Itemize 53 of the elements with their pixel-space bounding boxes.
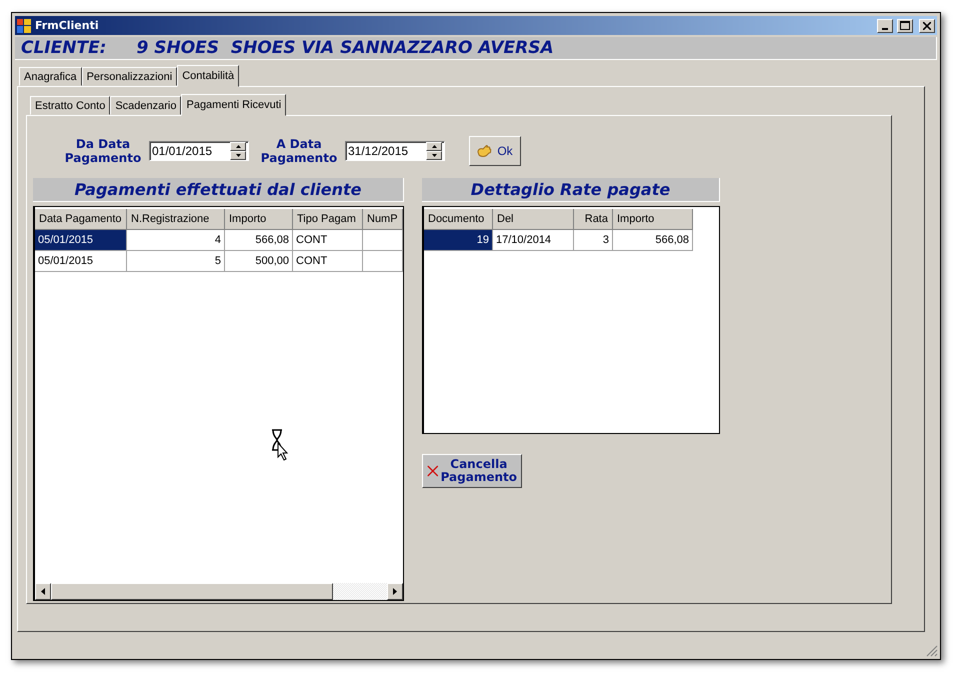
tab[interactable]: Personalizzazioni <box>82 67 178 86</box>
column-header[interactable]: Importo <box>613 209 693 230</box>
table-cell[interactable]: 4 <box>127 230 225 251</box>
column-header[interactable]: NumP <box>363 209 403 230</box>
column-header[interactable]: Documento <box>424 209 493 230</box>
table-cell[interactable]: 05/01/2015 <box>35 251 127 272</box>
column-header[interactable]: Del <box>493 209 574 230</box>
customer-label: CLIENTE: <box>21 38 106 58</box>
resize-grip-icon[interactable] <box>926 645 938 657</box>
date-label: Da Data Pagamento <box>64 137 142 165</box>
table-cell[interactable]: CONT <box>293 251 363 272</box>
tab[interactable]: Estratto Conto <box>30 96 110 115</box>
date-label: A Data Pagamento <box>260 137 338 165</box>
date-picker[interactable]: 01/01/2015 <box>149 141 249 161</box>
table-cell[interactable]: 5 <box>127 251 225 272</box>
table-cell[interactable]: 500,00 <box>225 251 293 272</box>
column-header[interactable]: Rata <box>574 209 613 230</box>
date-field[interactable]: 31/12/2015 <box>346 142 426 160</box>
minimize-button[interactable] <box>877 18 893 32</box>
section-title: Pagamenti effettuati dal cliente <box>33 178 404 202</box>
column-header[interactable]: Data Pagamento <box>35 209 127 230</box>
table-cell[interactable]: CONT <box>293 230 363 251</box>
close-icon <box>923 22 931 30</box>
table-cell[interactable]: 566,08 <box>225 230 293 251</box>
column-header[interactable]: Tipo Pagam <box>293 209 363 230</box>
maximize-icon <box>900 21 910 30</box>
app-icon <box>17 18 31 32</box>
customer-name: 9 SHOES SHOES VIA SANNAZZARO AVERSA <box>136 38 554 58</box>
date-picker[interactable]: 31/12/2015 <box>345 141 445 161</box>
close-button[interactable] <box>919 18 935 32</box>
minimize-icon <box>882 28 888 30</box>
table-cell[interactable] <box>363 230 403 251</box>
table-cell[interactable]: 05/01/2015 <box>35 230 127 251</box>
table-cell[interactable]: 3 <box>574 230 613 251</box>
tab[interactable]: Scadenzario <box>110 96 182 115</box>
cancel-payment-button[interactable]: Cancella Pagamento <box>422 454 522 488</box>
hourglass-cursor-icon <box>270 429 290 461</box>
table-cell[interactable] <box>363 251 403 272</box>
section-title: Dettaglio Rate pagate <box>422 178 720 202</box>
scroll-thumb[interactable] <box>51 583 333 600</box>
tab[interactable]: Anagrafica <box>19 67 82 86</box>
maximize-button[interactable] <box>897 18 913 32</box>
column-header[interactable]: Importo <box>225 209 293 230</box>
tab[interactable]: Contabilità <box>177 65 240 87</box>
tab[interactable]: Pagamenti Ricevuti <box>181 94 286 116</box>
ok-button[interactable]: Ok <box>469 136 521 166</box>
window-title: FrmClienti <box>35 19 100 32</box>
horizontal-scrollbar[interactable] <box>35 582 403 600</box>
table-cell[interactable]: 19 <box>424 230 493 251</box>
date-field[interactable]: 01/01/2015 <box>150 142 230 160</box>
table-cell[interactable]: 566,08 <box>613 230 693 251</box>
table-cell[interactable]: 17/10/2014 <box>493 230 574 251</box>
column-header[interactable]: N.Registrazione <box>127 209 225 230</box>
